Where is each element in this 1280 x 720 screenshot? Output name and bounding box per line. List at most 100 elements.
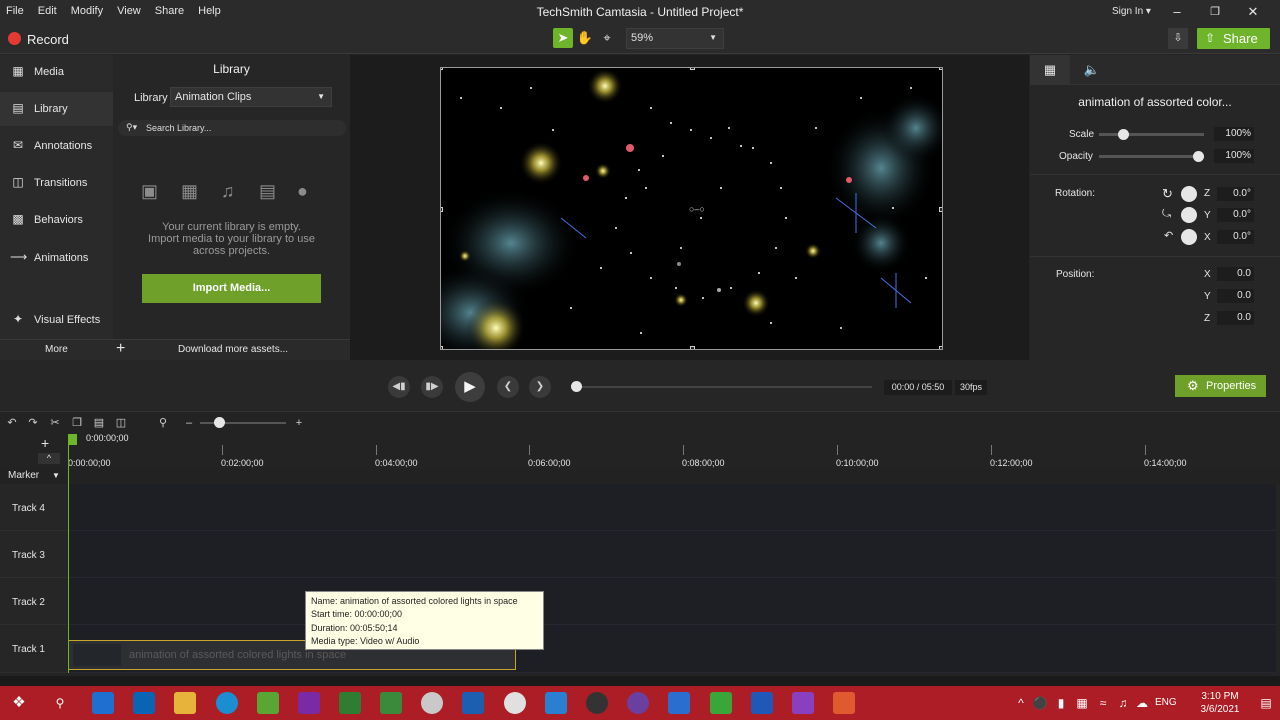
next-clip-icon[interactable]: ❯	[529, 376, 551, 398]
track-header-2[interactable]: Track 2	[0, 578, 67, 625]
calculator-app-icon[interactable]	[462, 692, 484, 714]
cloud-icon[interactable]: ☁	[1134, 696, 1150, 710]
resize-handle[interactable]	[441, 68, 443, 70]
sidebar-item-media[interactable]: ▦ Media	[0, 55, 113, 89]
add-track-icon[interactable]: +	[41, 435, 49, 451]
rotation-x-dial[interactable]	[1181, 229, 1197, 245]
scrub-knob[interactable]	[571, 381, 582, 392]
crop-tool-icon[interactable]: ⌖	[597, 28, 617, 48]
word-app-icon[interactable]	[751, 692, 773, 714]
wifi-icon[interactable]: ≈	[1095, 696, 1111, 710]
playhead-line[interactable]	[68, 438, 69, 673]
app-icon[interactable]	[627, 692, 649, 714]
microphone-icon[interactable]: ⚫	[1032, 696, 1048, 710]
app-icon[interactable]	[257, 692, 279, 714]
zoom-search-icon[interactable]: ⚲	[156, 416, 170, 430]
timeline-ruler[interactable]: + ^ 0:00:00;00 0:00:00;00 0:02:00;00 0:0…	[0, 433, 1280, 469]
resize-handle[interactable]	[939, 346, 942, 349]
zoom-dropdown[interactable]: 59% ▼	[626, 28, 724, 49]
rotation-z-dial[interactable]	[1181, 186, 1197, 202]
app-icon[interactable]	[421, 692, 443, 714]
outlook-app-icon[interactable]	[133, 692, 155, 714]
battery-icon[interactable]: ▮	[1053, 696, 1069, 710]
chevron-up-icon[interactable]: ^	[1013, 696, 1029, 710]
video-canvas[interactable]: ○–○	[440, 67, 943, 350]
position-y-value[interactable]: 0.0	[1217, 289, 1254, 303]
resize-handle[interactable]	[939, 68, 942, 70]
menu-file[interactable]: File	[6, 5, 24, 17]
menu-modify[interactable]: Modify	[71, 5, 103, 17]
track-header-1[interactable]: Track 1	[0, 625, 67, 673]
sidebar-item-annotations[interactable]: ✉ Annotations	[0, 129, 113, 163]
search-input[interactable]: ⚲▾ Search Library...	[118, 120, 346, 136]
opacity-slider[interactable]	[1099, 155, 1204, 158]
track-header-4[interactable]: Track 4	[0, 484, 67, 531]
sidebar-item-transitions[interactable]: ◫ Transitions	[0, 166, 113, 200]
taskbar-clock[interactable]: 3:10 PM 3/6/2021	[1187, 690, 1253, 716]
resize-handle[interactable]	[690, 68, 695, 70]
track-lane-4[interactable]	[68, 484, 1276, 531]
sidebar-item-library[interactable]: ▤ Library	[0, 92, 113, 126]
file-explorer-icon[interactable]	[174, 692, 196, 714]
app-icon[interactable]	[545, 692, 567, 714]
edge-browser-icon[interactable]	[216, 692, 238, 714]
pan-tool-icon[interactable]: ✋	[575, 28, 595, 48]
scale-value[interactable]: 100%	[1214, 127, 1254, 141]
step-forward-icon[interactable]: ▮▶	[421, 376, 443, 398]
record-icon[interactable]	[8, 32, 21, 45]
camtasia-app-icon[interactable]	[710, 692, 732, 714]
play-button[interactable]: ▶	[455, 372, 485, 402]
sidebar-item-animations[interactable]: ⟶ Animations	[0, 241, 113, 275]
collapse-icon[interactable]: ^	[38, 453, 60, 464]
split-icon[interactable]: ◫	[114, 416, 128, 430]
app-icon[interactable]	[668, 692, 690, 714]
track-header-3[interactable]: Track 3	[0, 531, 67, 578]
library-dropdown[interactable]: Animation Clips ▼	[170, 87, 332, 107]
timeline-scrollbar[interactable]	[0, 676, 1280, 686]
more-button[interactable]: More	[45, 344, 68, 355]
playhead-handle[interactable]	[68, 434, 77, 445]
select-tool-icon[interactable]: ➤	[553, 28, 573, 48]
position-z-value[interactable]: 0.0	[1217, 311, 1254, 325]
menu-view[interactable]: View	[117, 5, 141, 17]
scale-slider-knob[interactable]	[1117, 129, 1129, 140]
resize-handle[interactable]	[441, 207, 443, 212]
add-icon[interactable]: +	[116, 340, 125, 358]
app-icon[interactable]	[833, 692, 855, 714]
calendar-app-icon[interactable]	[92, 692, 114, 714]
audio-properties-tab[interactable]: 🔈	[1078, 55, 1106, 85]
zoom-in-icon[interactable]: +	[292, 416, 306, 430]
notifications-icon[interactable]: ▤	[1258, 696, 1274, 710]
language-indicator[interactable]: ENG	[1155, 697, 1177, 708]
center-anchor-icon[interactable]: ○–○	[689, 204, 705, 214]
download-icon[interactable]: ⇩	[1168, 28, 1188, 49]
timeline-zoom-slider[interactable]	[200, 422, 286, 424]
scrub-bar[interactable]	[576, 386, 872, 388]
restore-icon[interactable]: ❐	[1205, 3, 1225, 21]
resize-handle[interactable]	[939, 207, 942, 212]
onenote-app-icon[interactable]	[298, 692, 320, 714]
download-assets-link[interactable]: Download more assets...	[178, 344, 288, 355]
app-icon[interactable]	[792, 692, 814, 714]
resize-handle[interactable]	[441, 346, 443, 349]
position-x-value[interactable]: 0.0	[1217, 267, 1254, 281]
menu-edit[interactable]: Edit	[38, 5, 57, 17]
track-lane-2[interactable]	[68, 578, 1276, 625]
step-back-icon[interactable]: ◀▮	[388, 376, 410, 398]
timeline-zoom-knob[interactable]	[214, 417, 225, 428]
zoom-out-icon[interactable]: –	[182, 416, 196, 430]
chevron-down-icon[interactable]: ▼	[52, 471, 60, 480]
share-button[interactable]: ⇧ Share	[1197, 28, 1270, 49]
app-icon[interactable]	[586, 692, 608, 714]
opacity-slider-knob[interactable]	[1193, 151, 1204, 162]
copy-icon[interactable]: ❐	[70, 416, 84, 430]
rotation-y-value[interactable]: 0.0°	[1217, 208, 1254, 222]
menu-share[interactable]: Share	[155, 5, 184, 17]
sidebar-item-visual-effects[interactable]: ✦ Visual Effects	[0, 303, 113, 337]
record-button[interactable]: Record	[27, 32, 69, 47]
chrome-browser-icon[interactable]	[504, 692, 526, 714]
marker-label[interactable]: Marker	[8, 470, 39, 481]
windows-start-icon[interactable]: ❖	[11, 695, 27, 710]
opacity-value[interactable]: 100%	[1214, 149, 1254, 163]
rotation-z-value[interactable]: 0.0°	[1217, 187, 1254, 201]
